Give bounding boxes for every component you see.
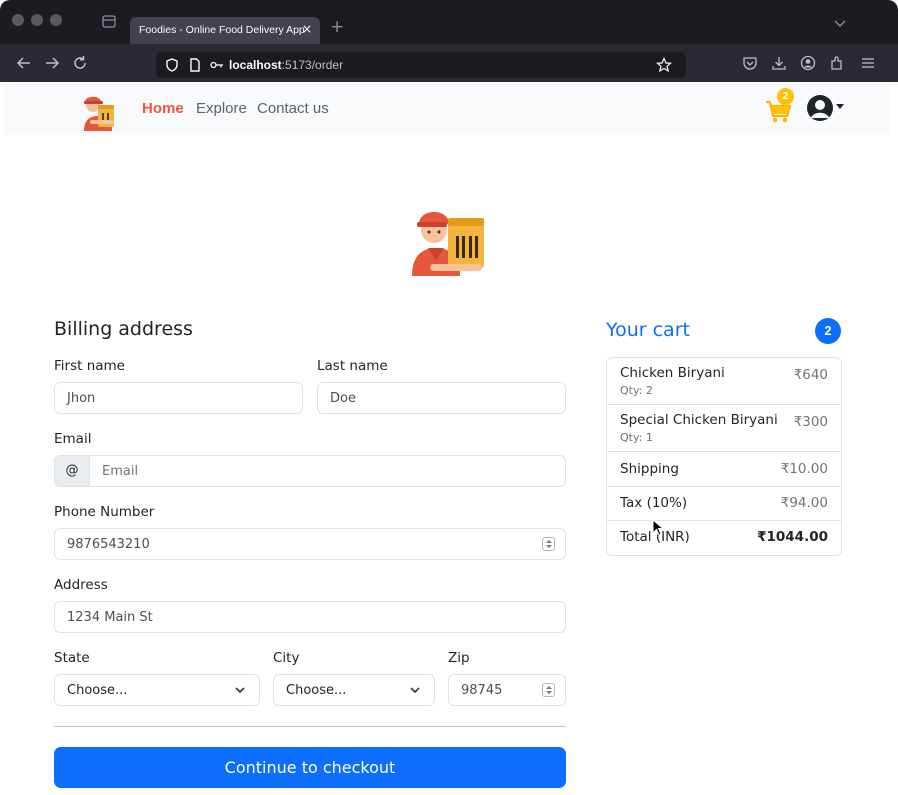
billing-title: Billing address (54, 318, 193, 340)
phone-label: Phone Number (54, 504, 155, 520)
city-selected-value: Choose... (286, 683, 347, 698)
menu-icon[interactable] (859, 54, 877, 72)
user-avatar-icon[interactable] (806, 94, 834, 122)
cart-item-qty: Qty: 1 (620, 431, 653, 444)
url-text: localhost:5173/order (229, 58, 343, 72)
cart-count-badge: 2 (777, 88, 794, 105)
address-label: Address (54, 577, 108, 593)
cart-item-qty: Qty: 2 (620, 384, 653, 397)
zip-value: 98745 (461, 683, 503, 698)
address-value: 1234 Main St (67, 610, 153, 625)
back-arrow-icon[interactable] (15, 54, 33, 72)
cart-title: Your cart (606, 319, 690, 341)
pocket-icon[interactable] (741, 54, 759, 72)
total-value: ₹1044.00 (757, 529, 828, 545)
continue-to-checkout-button[interactable]: Continue to checkout (54, 747, 566, 788)
shipping-value: ₹10.00 (780, 461, 828, 477)
tax-value: ₹94.00 (780, 495, 828, 511)
phone-value: 9876543210 (67, 537, 150, 552)
chevron-down-icon (410, 687, 420, 694)
close-window-button[interactable] (12, 14, 24, 26)
cart-item-price: ₹300 (793, 414, 828, 430)
url-bar[interactable]: localhost:5173/order (156, 52, 686, 78)
chevron-down-icon (235, 687, 245, 694)
cart-item-price: ₹640 (793, 367, 828, 383)
city-select[interactable]: Choose... (273, 674, 435, 706)
account-icon[interactable] (799, 54, 817, 72)
cart-list: Chicken Biryani Qty: 2 ₹640 Special Chic… (606, 357, 842, 556)
total-row: Total (INR) ₹1044.00 (607, 521, 841, 555)
email-label: Email (54, 431, 92, 447)
cart-item-row: Chicken Biryani Qty: 2 ₹640 (607, 358, 841, 405)
tax-row: Tax (10%) ₹94.00 (607, 487, 841, 521)
cart-item-name: Special Chicken Biryani (620, 412, 778, 428)
last-name-value: Doe (330, 391, 356, 406)
bookmark-star-icon[interactable] (656, 57, 672, 73)
zip-label: Zip (448, 650, 470, 666)
zoom-window-button[interactable] (50, 14, 62, 26)
tab-close-icon[interactable]: × (302, 22, 312, 36)
extensions-icon[interactable] (828, 54, 846, 72)
shield-icon[interactable] (164, 57, 180, 73)
nav-link-home[interactable]: Home (142, 100, 184, 117)
state-label: State (54, 650, 90, 666)
nav-link-explore[interactable]: Explore (196, 100, 247, 117)
minimize-window-button[interactable] (31, 14, 43, 26)
shipping-label: Shipping (620, 461, 679, 477)
tab-list-chevron-icon[interactable] (834, 20, 846, 28)
new-tab-button[interactable]: + (330, 17, 344, 37)
zip-stepper-icon[interactable] (542, 683, 555, 697)
address-field[interactable]: 1234 Main St (54, 601, 566, 633)
forward-arrow-icon[interactable] (43, 54, 61, 72)
first-name-value: Jhon (67, 391, 96, 406)
url-host: localhost (229, 58, 282, 72)
browser-chrome: Foodies - Online Food Delivery App × + l… (0, 0, 898, 82)
cart-item-row: Special Chicken Biryani Qty: 1 ₹300 (607, 405, 841, 452)
hero-delivery-logo (412, 212, 484, 276)
zip-field[interactable]: 98745 (448, 674, 566, 706)
key-icon[interactable] (209, 57, 225, 73)
last-name-label: Last name (317, 358, 388, 374)
profile-dropdown-caret-icon[interactable] (836, 104, 844, 109)
first-name-field[interactable]: Jhon (54, 382, 303, 414)
phone-field[interactable]: 9876543210 (54, 528, 566, 560)
nav-link-contact[interactable]: Contact us (257, 100, 329, 117)
phone-stepper-icon[interactable] (542, 537, 555, 551)
tab-title: Foodies - Online Food Delivery App (139, 24, 305, 36)
first-name-label: First name (54, 358, 125, 374)
email-at-addon: @ (54, 455, 90, 487)
form-divider (54, 726, 566, 727)
app-navbar: Home Explore Contact us 2 (4, 82, 890, 135)
state-select[interactable]: Choose... (54, 674, 260, 706)
download-icon[interactable] (770, 54, 788, 72)
shipping-row: Shipping ₹10.00 (607, 452, 841, 487)
cart-count-pill: 2 (815, 318, 841, 344)
reload-icon[interactable] (71, 54, 89, 72)
url-path: :5173/order (281, 58, 344, 72)
cart-item-name: Chicken Biryani (620, 365, 725, 381)
email-field[interactable]: Email (89, 455, 566, 487)
state-selected-value: Choose... (67, 683, 128, 698)
brand-logo-icon[interactable] (76, 87, 120, 131)
browser-tab[interactable]: Foodies - Online Food Delivery App × (130, 17, 320, 44)
tab-strip: Foodies - Online Food Delivery App × + (0, 0, 898, 44)
city-label: City (273, 650, 300, 666)
page-icon[interactable] (187, 57, 203, 73)
tax-label: Tax (10%) (620, 495, 688, 511)
email-placeholder: Email (102, 464, 139, 479)
mouse-pointer-icon (652, 519, 664, 536)
last-name-field[interactable]: Doe (317, 382, 566, 414)
tab-overview-icon[interactable] (101, 13, 117, 29)
